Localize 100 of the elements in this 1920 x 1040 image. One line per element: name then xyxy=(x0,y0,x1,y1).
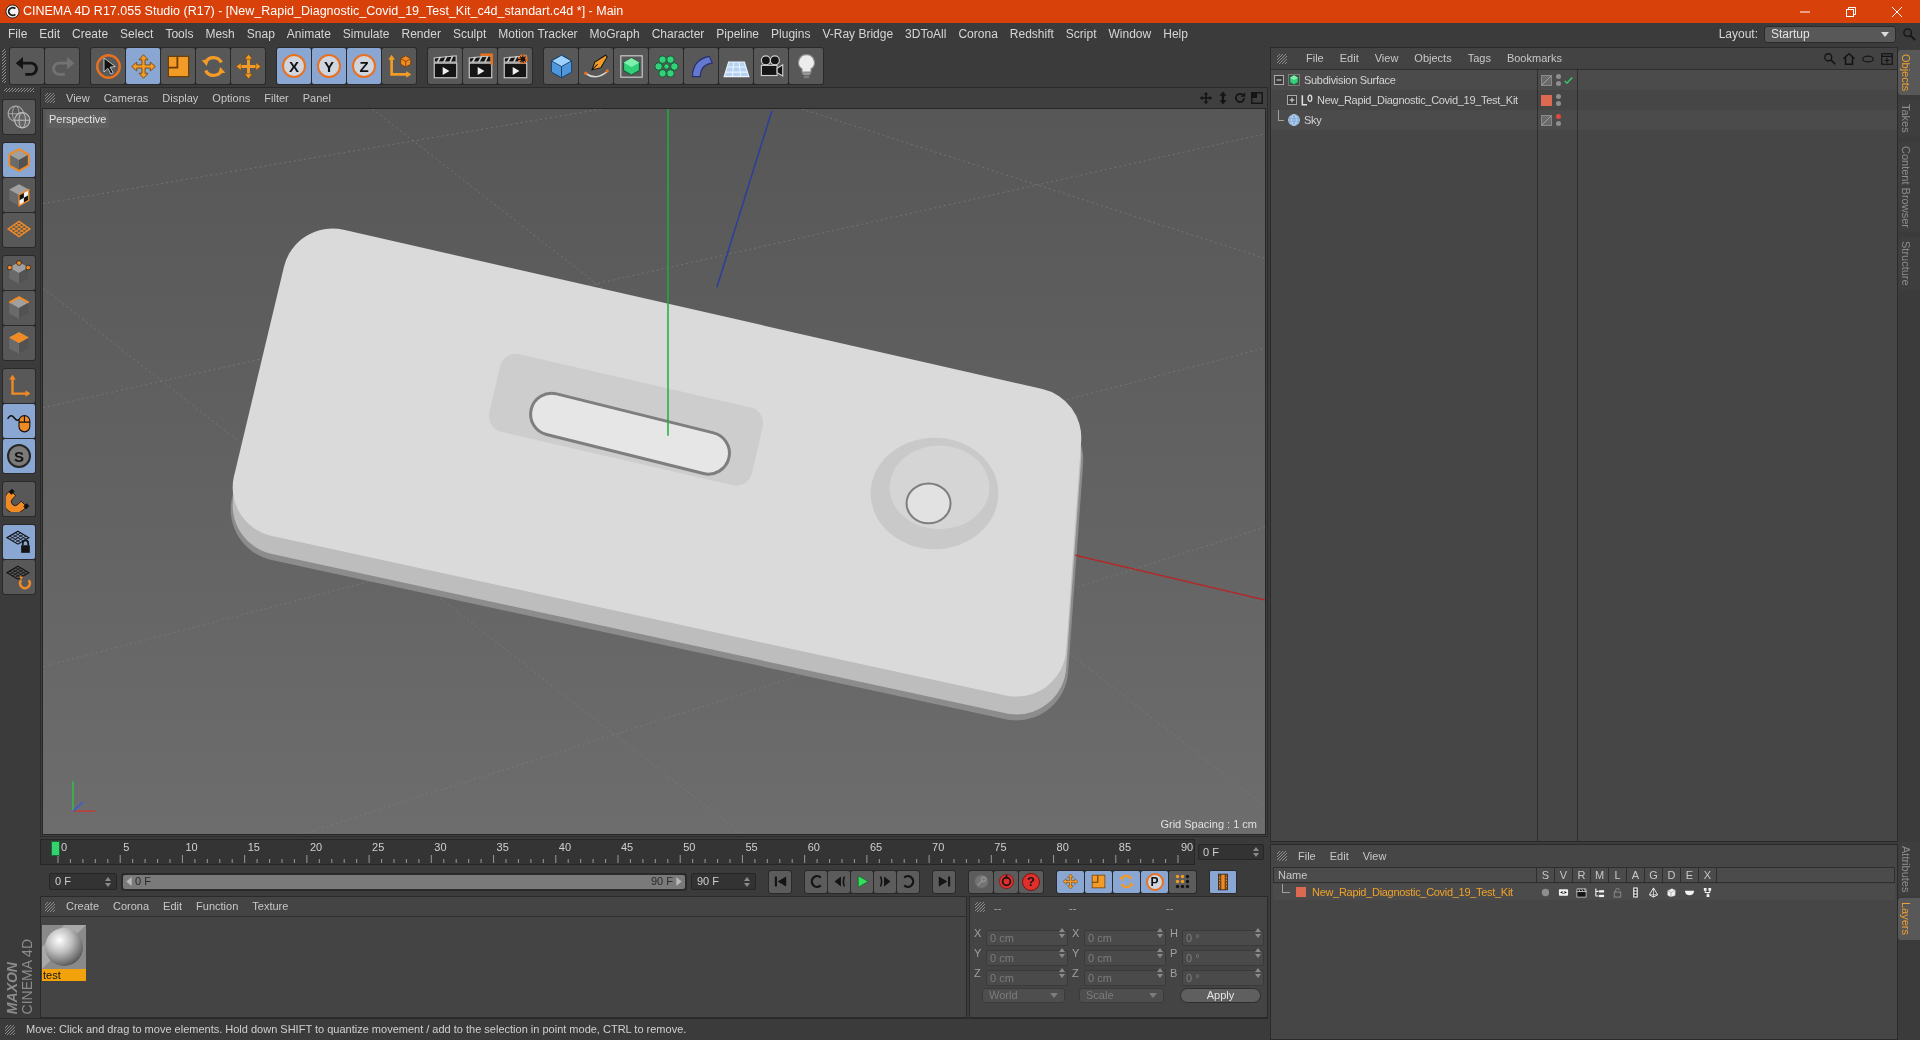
go-to-end-button[interactable] xyxy=(933,870,955,893)
menu-item[interactable]: Edit xyxy=(163,898,183,915)
menu-item[interactable]: Corona xyxy=(113,898,150,915)
pen-button[interactable] xyxy=(579,48,613,84)
menu-item[interactable]: Corona xyxy=(958,25,998,43)
tweak-mode-button[interactable] xyxy=(3,404,35,438)
menu-item[interactable]: View xyxy=(66,89,90,107)
check-icon[interactable] xyxy=(1564,75,1573,85)
render-picture-button[interactable] xyxy=(463,48,497,84)
object-row[interactable]: Subdivision Surface xyxy=(1271,70,1897,90)
playhead[interactable] xyxy=(51,841,60,856)
orbit-icon[interactable] xyxy=(1233,91,1247,105)
menu-item[interactable]: Display xyxy=(162,89,199,107)
render-dot-icon[interactable] xyxy=(1556,81,1561,86)
open-lock-icon[interactable] xyxy=(1611,886,1623,898)
slashed-square-icon[interactable] xyxy=(1541,74,1552,86)
menu-item[interactable]: Edit xyxy=(1329,847,1349,865)
clapperboard-icon[interactable] xyxy=(1575,886,1587,898)
eye-icon[interactable] xyxy=(1557,886,1569,898)
menu-item[interactable]: Bookmarks xyxy=(1506,50,1562,67)
menu-item[interactable]: Redshift xyxy=(1009,25,1054,43)
menu-item[interactable]: 3DToAll xyxy=(905,25,947,43)
play-button[interactable] xyxy=(851,870,873,893)
menu-item[interactable]: Edit xyxy=(1339,50,1359,67)
texture-mode-button[interactable] xyxy=(3,178,35,212)
menu-item[interactable]: Create xyxy=(66,898,100,915)
menu-item[interactable]: Filter xyxy=(264,89,289,107)
previous-key-button[interactable] xyxy=(805,870,827,893)
solo-dot-icon[interactable] xyxy=(1539,886,1551,898)
next-key-button[interactable] xyxy=(897,870,919,893)
menu-item[interactable]: View xyxy=(1362,847,1387,865)
make-editable-button[interactable] xyxy=(3,100,35,134)
material-name[interactable]: test xyxy=(42,969,86,981)
start-frame-field[interactable]: 0 F xyxy=(49,873,117,890)
viewport[interactable]: Perspective Grid Spacing : 1 cm xyxy=(42,108,1266,835)
solo-button[interactable]: S xyxy=(3,439,35,473)
menu-item[interactable]: File xyxy=(1298,847,1316,865)
menu-item[interactable]: Mesh xyxy=(205,25,235,43)
menu-item[interactable]: Cameras xyxy=(103,89,149,107)
menu-item[interactable]: File xyxy=(1306,50,1324,67)
menu-item[interactable]: Objects xyxy=(1414,50,1452,67)
axis-lock-button[interactable]: Y xyxy=(312,48,346,84)
cube-button[interactable] xyxy=(544,48,578,84)
menu-item[interactable]: Edit xyxy=(39,25,61,43)
points-mode-button[interactable] xyxy=(3,256,35,290)
key-selection-button[interactable]: ? xyxy=(1019,870,1043,893)
menu-item[interactable]: Tags xyxy=(1467,50,1491,67)
coordinate-system-button[interactable] xyxy=(382,48,416,84)
menu-item[interactable]: Character xyxy=(651,25,705,43)
select-tool-button[interactable] xyxy=(91,48,125,84)
cloner-button[interactable] xyxy=(649,48,683,84)
go-to-start-button[interactable] xyxy=(769,870,791,893)
menu-item[interactable]: Create xyxy=(72,25,109,43)
pyramid-icon[interactable] xyxy=(1647,886,1659,898)
menu-item[interactable]: Window xyxy=(1108,25,1152,43)
menu-item[interactable]: Plugins xyxy=(771,25,811,43)
linked-blocks-icon[interactable] xyxy=(1701,886,1713,898)
rotate-tool-button[interactable] xyxy=(196,48,230,84)
render-view-button[interactable] xyxy=(428,48,462,84)
material-sphere-icon[interactable] xyxy=(42,925,86,969)
axis-lock-button[interactable]: Z xyxy=(347,48,381,84)
edges-mode-button[interactable] xyxy=(3,291,35,325)
hierarchy-icon[interactable] xyxy=(1593,886,1605,898)
editor-dot-icon[interactable] xyxy=(1556,74,1561,79)
menu-item[interactable]: Options xyxy=(212,89,251,107)
deformer-button[interactable] xyxy=(684,48,718,84)
layer-row[interactable]: New_Rapid_Diagnostic_Covid_19_Test_Kit xyxy=(1273,884,1895,900)
snap-button[interactable] xyxy=(3,482,35,516)
minus-box-icon[interactable] xyxy=(1274,75,1284,85)
menu-item[interactable]: Select xyxy=(120,25,154,43)
current-frame-field[interactable]: 0 F xyxy=(1198,844,1264,860)
menu-item[interactable]: Tools xyxy=(165,25,194,43)
menu-item[interactable]: V-Ray Bridge xyxy=(822,25,894,43)
transform-tool-button[interactable] xyxy=(231,48,265,84)
menu-item[interactable]: Motion Tracker xyxy=(498,25,578,43)
maximize-icon[interactable] xyxy=(1250,91,1264,105)
menu-item[interactable]: Animate xyxy=(286,25,331,43)
menu-item[interactable]: Function xyxy=(196,898,239,915)
menu-item[interactable]: Panel xyxy=(302,89,331,107)
render-dot-icon[interactable] xyxy=(1556,121,1561,126)
object-row[interactable]: Sky xyxy=(1271,110,1897,130)
menu-item[interactable]: Script xyxy=(1065,25,1097,43)
parameter-track-button[interactable]: P xyxy=(1141,870,1168,893)
slashed-square-icon[interactable] xyxy=(1541,114,1552,126)
menu-item[interactable]: Render xyxy=(401,25,441,43)
frame-range-fill[interactable]: 0 F 90 F xyxy=(123,874,685,889)
light-button[interactable] xyxy=(789,48,823,84)
pan-arrows-icon[interactable] xyxy=(1199,91,1213,105)
render-settings-button[interactable] xyxy=(498,48,532,84)
timeline-button[interactable] xyxy=(1209,869,1237,894)
layer-swatch-icon[interactable] xyxy=(1296,887,1306,897)
layout-dropdown[interactable]: Startup xyxy=(1764,25,1896,43)
menu-item[interactable]: Simulate xyxy=(342,25,390,43)
menu-item[interactable]: File xyxy=(8,25,28,43)
panel-tab[interactable]: Layers xyxy=(1898,898,1920,940)
layer-swatch-icon[interactable] xyxy=(1541,94,1552,106)
bent-box-icon[interactable] xyxy=(1665,886,1677,898)
lock-workplane-button[interactable] xyxy=(3,525,35,559)
camera-label[interactable]: Perspective xyxy=(46,111,110,128)
render-dot-icon[interactable] xyxy=(1556,101,1561,106)
